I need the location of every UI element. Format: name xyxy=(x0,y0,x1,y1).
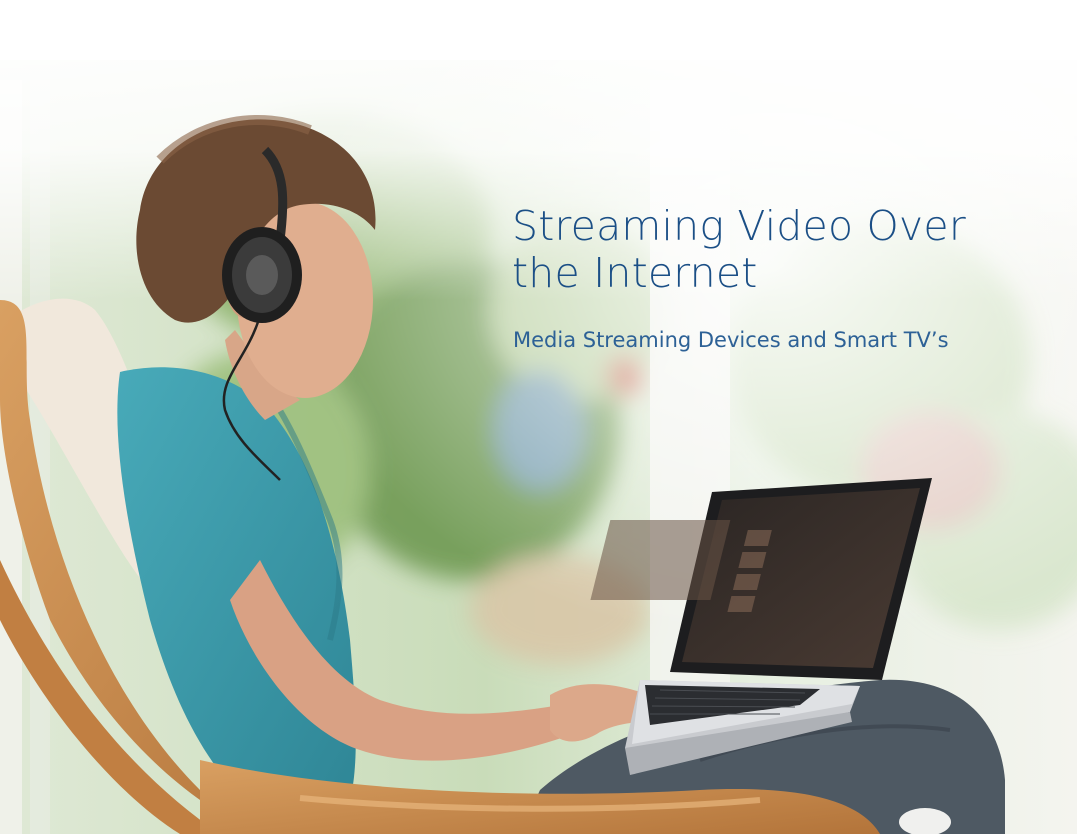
page-subtitle: Media Streaming Devices and Smart TV’s xyxy=(513,328,949,352)
title-line-2: the Internet xyxy=(512,249,758,297)
title-line-1: Streaming Video Over xyxy=(512,202,966,250)
page-title: Streaming Video Over the Internet xyxy=(512,203,1052,297)
hero-photo xyxy=(0,0,1077,834)
